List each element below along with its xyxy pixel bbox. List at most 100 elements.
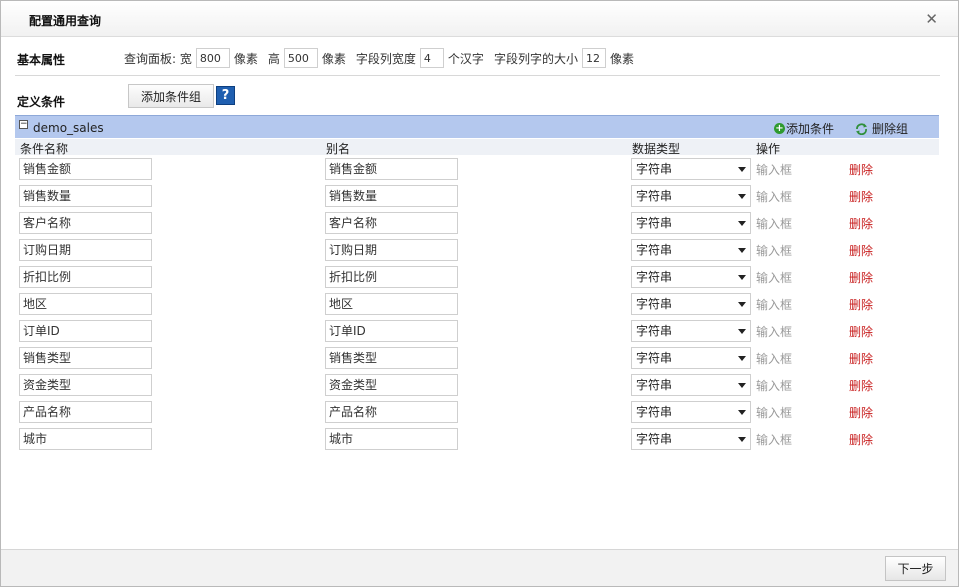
condition-alias-input[interactable]: 城市	[325, 428, 458, 450]
field-width-input[interactable]	[419, 48, 444, 68]
input-type-label: 输入框	[756, 433, 793, 447]
chevron-down-icon	[738, 410, 746, 415]
data-type-select[interactable]: 字符串	[631, 212, 751, 234]
recycle-icon	[856, 122, 867, 135]
table-row: 城市 城市 字符串 输入框 删除	[1, 428, 959, 455]
condition-alias-input[interactable]: 资金类型	[325, 374, 458, 396]
data-type-value: 字符串	[636, 297, 673, 311]
delete-row-link[interactable]: 删除	[849, 431, 873, 448]
table-row: 订购日期 订购日期 字符串 输入框 删除	[1, 239, 959, 266]
column-header-name: 条件名称	[20, 142, 69, 156]
panel-width-input[interactable]	[195, 48, 230, 68]
condition-name-input[interactable]: 订单ID	[19, 320, 152, 342]
table-row: 销售数量 销售数量 字符串 输入框 删除	[1, 185, 959, 212]
column-header-alias: 别名	[326, 142, 351, 156]
width-unit-label: 像素	[233, 51, 258, 66]
condition-name-input[interactable]: 销售金额	[19, 158, 152, 180]
input-type-label: 输入框	[756, 325, 793, 339]
delete-group-button[interactable]: 删除组	[855, 120, 908, 137]
chevron-down-icon	[738, 275, 746, 280]
delete-row-link[interactable]: 删除	[849, 215, 873, 232]
data-type-select[interactable]: 字符串	[631, 239, 751, 261]
section-divider	[15, 75, 940, 76]
data-type-value: 字符串	[636, 270, 673, 284]
condition-name-input[interactable]: 城市	[19, 428, 152, 450]
collapse-icon[interactable]: −	[19, 120, 28, 129]
condition-name-input[interactable]: 资金类型	[19, 374, 152, 396]
condition-alias-input[interactable]: 销售类型	[325, 347, 458, 369]
add-condition-group-button[interactable]: 添加条件组	[128, 84, 214, 108]
font-size-unit: 像素	[609, 51, 634, 66]
condition-alias-input[interactable]: 客户名称	[325, 212, 458, 234]
condition-alias-input[interactable]: 订单ID	[325, 320, 458, 342]
condition-alias-input[interactable]: 订购日期	[325, 239, 458, 261]
basic-properties-label: 基本属性	[17, 53, 66, 67]
delete-group-label: 删除组	[872, 122, 909, 136]
column-header-operation: 操作	[756, 142, 781, 156]
chevron-down-icon	[738, 437, 746, 442]
table-row: 资金类型 资金类型 字符串 输入框 删除	[1, 374, 959, 401]
next-step-button[interactable]: 下一步	[885, 556, 946, 581]
font-size-label: 字段列字的大小	[493, 51, 578, 66]
add-condition-button[interactable]: + 添加条件	[774, 120, 834, 137]
condition-alias-input[interactable]: 销售数量	[325, 185, 458, 207]
add-condition-label: 添加条件	[786, 122, 835, 136]
dialog-titlebar: 配置通用查询 ✕	[1, 1, 958, 37]
height-unit-label: 像素	[321, 51, 346, 66]
input-type-label: 输入框	[756, 352, 793, 366]
delete-row-link[interactable]: 删除	[849, 161, 873, 178]
condition-name-input[interactable]: 折扣比例	[19, 266, 152, 288]
delete-row-link[interactable]: 删除	[849, 296, 873, 313]
condition-alias-input[interactable]: 产品名称	[325, 401, 458, 423]
condition-alias-input[interactable]: 销售金额	[325, 158, 458, 180]
help-icon[interactable]: ?	[216, 86, 235, 105]
data-type-select[interactable]: 字符串	[631, 428, 751, 450]
delete-row-link[interactable]: 删除	[849, 377, 873, 394]
data-type-select[interactable]: 字符串	[631, 293, 751, 315]
close-icon[interactable]: ✕	[925, 10, 938, 28]
table-row: 客户名称 客户名称 字符串 输入框 删除	[1, 212, 959, 239]
data-type-select[interactable]: 字符串	[631, 374, 751, 396]
define-conditions-label: 定义条件	[17, 95, 66, 109]
condition-name-input[interactable]: 订购日期	[19, 239, 152, 261]
panel-height-label: 高	[267, 51, 280, 66]
data-type-value: 字符串	[636, 378, 673, 392]
data-type-select[interactable]: 字符串	[631, 266, 751, 288]
chevron-down-icon	[738, 167, 746, 172]
data-type-select[interactable]: 字符串	[631, 347, 751, 369]
input-type-label: 输入框	[756, 163, 793, 177]
delete-row-link[interactable]: 删除	[849, 404, 873, 421]
condition-name-input[interactable]: 客户名称	[19, 212, 152, 234]
input-type-label: 输入框	[756, 379, 793, 393]
data-type-select[interactable]: 字符串	[631, 320, 751, 342]
condition-name-input[interactable]: 销售类型	[19, 347, 152, 369]
table-row: 产品名称 产品名称 字符串 输入框 删除	[1, 401, 959, 428]
delete-row-link[interactable]: 删除	[849, 350, 873, 367]
delete-row-link[interactable]: 删除	[849, 188, 873, 205]
delete-row-link[interactable]: 删除	[849, 323, 873, 340]
panel-width-label: 查询面板: 宽	[124, 51, 192, 66]
condition-name-input[interactable]: 销售数量	[19, 185, 152, 207]
delete-row-link[interactable]: 删除	[849, 242, 873, 259]
condition-name-input[interactable]: 产品名称	[19, 401, 152, 423]
data-type-select[interactable]: 字符串	[631, 158, 751, 180]
field-width-unit: 个汉字	[447, 51, 484, 66]
table-row: 销售类型 销售类型 字符串 输入框 删除	[1, 347, 959, 374]
panel-height-input[interactable]	[283, 48, 318, 68]
input-type-label: 输入框	[756, 190, 793, 204]
field-width-label: 字段列宽度	[355, 51, 416, 66]
input-type-label: 输入框	[756, 406, 793, 420]
conditions-table-header: 条件名称 别名 数据类型 操作	[15, 139, 939, 156]
data-type-select[interactable]: 字符串	[631, 401, 751, 423]
condition-alias-input[interactable]: 地区	[325, 293, 458, 315]
table-row: 地区 地区 字符串 输入框 删除	[1, 293, 959, 320]
condition-alias-input[interactable]: 折扣比例	[325, 266, 458, 288]
font-size-input[interactable]	[581, 48, 606, 68]
condition-name-input[interactable]: 地区	[19, 293, 152, 315]
delete-row-link[interactable]: 删除	[849, 269, 873, 286]
data-type-select[interactable]: 字符串	[631, 185, 751, 207]
data-type-value: 字符串	[636, 324, 673, 338]
input-type-label: 输入框	[756, 298, 793, 312]
table-row: 订单ID 订单ID 字符串 输入框 删除	[1, 320, 959, 347]
chevron-down-icon	[738, 221, 746, 226]
